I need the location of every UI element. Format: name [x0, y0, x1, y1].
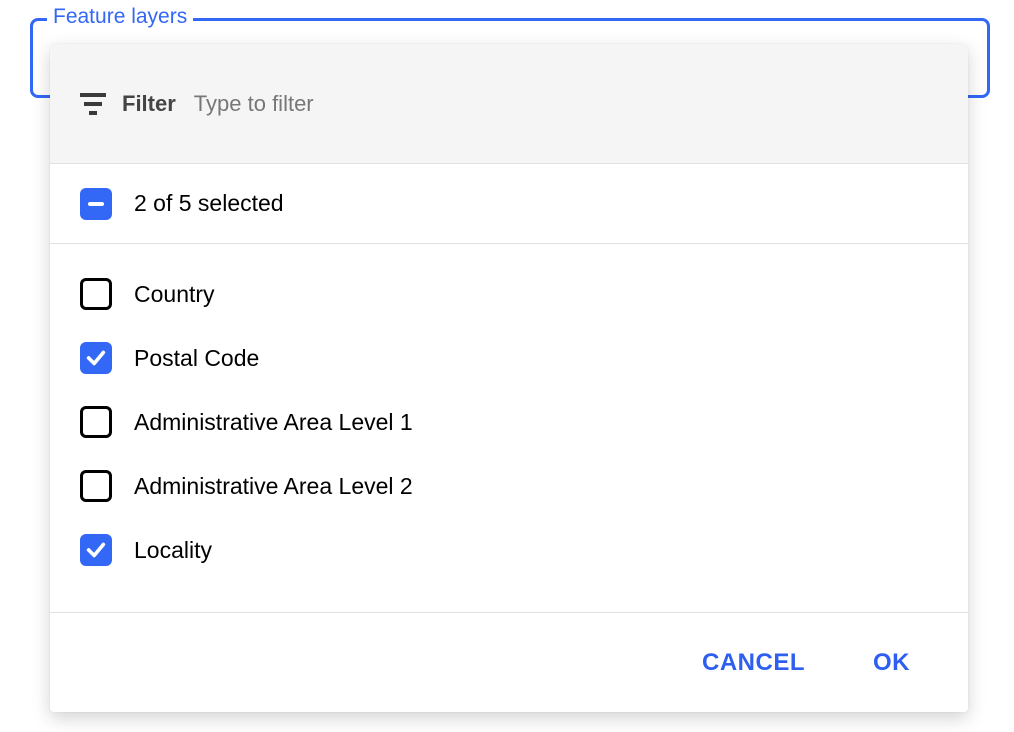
option-label: Country	[134, 281, 215, 308]
option-label: Postal Code	[134, 345, 259, 372]
filter-input[interactable]	[194, 85, 938, 123]
option-label: Locality	[134, 537, 212, 564]
checkbox-checked-icon	[80, 534, 112, 566]
checkbox-checked-icon	[80, 342, 112, 374]
checkbox-unchecked-icon	[80, 470, 112, 502]
ok-button[interactable]: OK	[869, 641, 914, 685]
checkbox-unchecked-icon	[80, 406, 112, 438]
filter-icon	[80, 93, 106, 115]
option-country[interactable]: Country	[80, 262, 938, 326]
option-locality[interactable]: Locality	[80, 518, 938, 582]
feature-layers-field-label: Feature layers	[47, 5, 193, 29]
feature-layers-dropdown: Filter 2 of 5 selected Country Postal Co…	[50, 44, 968, 712]
dialog-actions: CANCEL OK	[50, 612, 968, 712]
option-label: Administrative Area Level 2	[134, 473, 413, 500]
option-admin-area-2[interactable]: Administrative Area Level 2	[80, 454, 938, 518]
checkbox-indeterminate-icon	[80, 188, 112, 220]
filter-label: Filter	[122, 91, 176, 117]
option-postal-code[interactable]: Postal Code	[80, 326, 938, 390]
options-list: Country Postal Code Administrative Area …	[50, 244, 968, 612]
selection-summary: 2 of 5 selected	[134, 190, 284, 217]
checkbox-unchecked-icon	[80, 278, 112, 310]
option-label: Administrative Area Level 1	[134, 409, 413, 436]
cancel-button[interactable]: CANCEL	[698, 641, 809, 685]
filter-row: Filter	[50, 44, 968, 164]
select-all-row[interactable]: 2 of 5 selected	[50, 164, 968, 244]
option-admin-area-1[interactable]: Administrative Area Level 1	[80, 390, 938, 454]
